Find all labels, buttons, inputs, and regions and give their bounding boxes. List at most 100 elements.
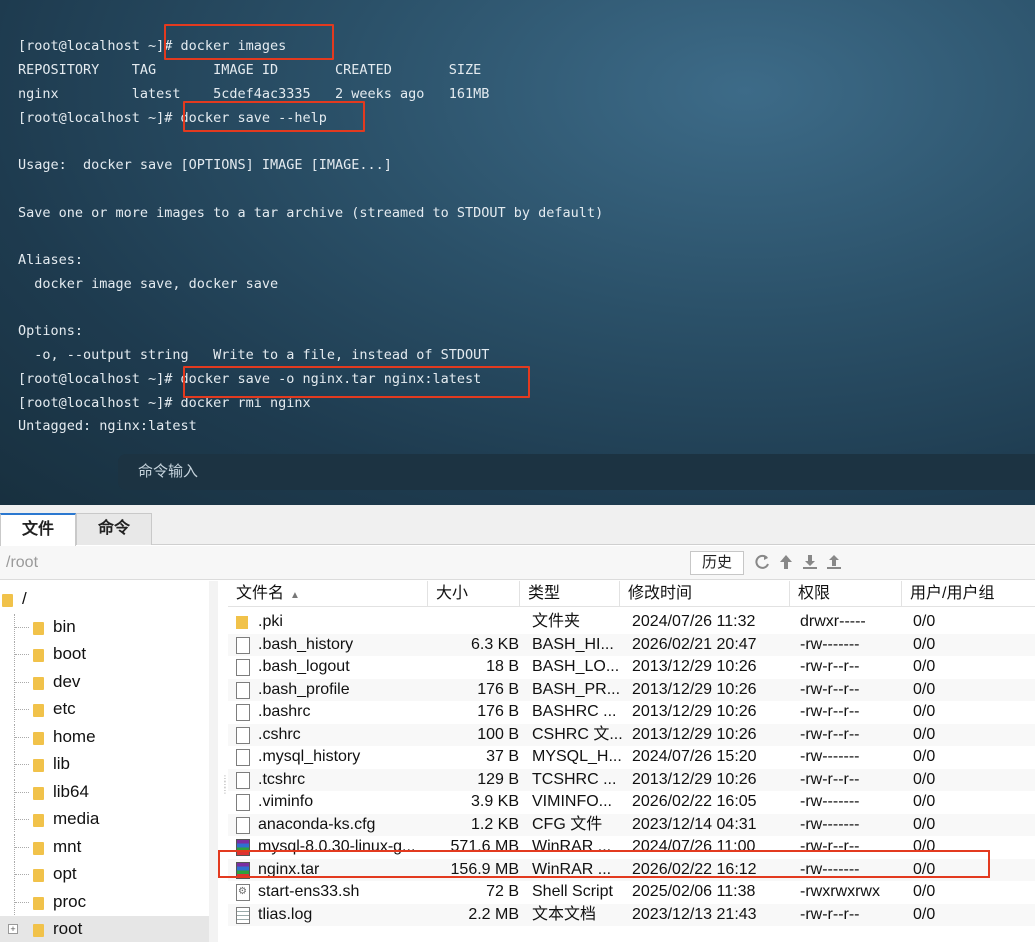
file-name: .bashrc bbox=[258, 703, 311, 720]
tree-item-label: lib64 bbox=[53, 782, 89, 801]
directory-tree: / bin boot dev etc home lib lib64 media … bbox=[0, 581, 218, 942]
history-button[interactable]: 历史 bbox=[690, 551, 744, 575]
document-icon bbox=[236, 749, 250, 766]
file-owner: 0/0 bbox=[913, 725, 936, 743]
file-row[interactable]: .bashrc 176 B BASHRC ... 2013/12/29 10:26 -r… bbox=[228, 701, 1035, 724]
tree-item-boot[interactable]: boot bbox=[0, 641, 210, 667]
path-input[interactable]: /root bbox=[6, 546, 38, 580]
file-row[interactable]: start-ens33.sh 72 B Shell Script 2025/02/06… bbox=[228, 881, 1035, 904]
file-row[interactable]: .pki 文件夹 2024/07/26 11:32 drwxr----- 0/0 bbox=[228, 611, 1035, 634]
file-modified: 2024/07/26 11:32 bbox=[632, 613, 756, 630]
file-name: .tcshrc bbox=[258, 770, 306, 788]
tree-item-label: root bbox=[53, 919, 83, 938]
tree-item-lib[interactable]: lib bbox=[0, 751, 210, 777]
file-size: 100 B bbox=[477, 725, 519, 743]
terminal-line: Options: bbox=[18, 323, 84, 339]
file-size: 37 B bbox=[486, 748, 519, 765]
file-type: CFG 文件 bbox=[532, 815, 603, 833]
file-row[interactable]: .tcshrc 129 B TCSHRC ... 2013/12/29 10:26 -r… bbox=[228, 768, 1035, 791]
upload-icon[interactable] bbox=[824, 552, 844, 572]
terminal-line: -o, --output string Write to a file, ins… bbox=[18, 347, 490, 363]
document-icon bbox=[236, 771, 250, 789]
download-icon[interactable] bbox=[800, 552, 820, 572]
tree-item-bin[interactable]: bin bbox=[0, 614, 210, 640]
file-row[interactable]: .bash_logout 18 B BASH_LO... 2013/12/29 10:… bbox=[228, 656, 1035, 679]
command-input-placeholder: 命令输入 bbox=[138, 463, 199, 480]
column-header-permissions[interactable]: 权限 bbox=[790, 581, 902, 607]
column-header-modified[interactable]: 修改时间 bbox=[620, 581, 790, 607]
file-size: 2.2 MB bbox=[468, 905, 519, 923]
file-type: BASH_LO... bbox=[532, 658, 620, 675]
folder-icon bbox=[33, 622, 44, 635]
file-row[interactable]: .mysql_history 37 B MYSQL_H... 2024/07/26 1… bbox=[228, 746, 1035, 769]
file-manager: 文件 命令 /root 历史 / bin boot dev etc home l… bbox=[0, 505, 1035, 942]
command-input[interactable]: 命令输入 bbox=[118, 454, 1035, 490]
file-list: 文件名 ▲ 大小 类型 修改时间 权限 用户/用户组 .pki 文件夹 2024/07… bbox=[228, 581, 1035, 942]
file-name: .pki bbox=[258, 613, 283, 630]
tree-item-media[interactable]: media bbox=[0, 806, 210, 832]
file-owner: 0/0 bbox=[913, 613, 936, 630]
column-header-name[interactable]: 文件名 ▲ bbox=[228, 581, 428, 607]
column-header-size[interactable]: 大小 bbox=[428, 581, 520, 607]
file-size: 176 B bbox=[477, 680, 519, 698]
file-name: anaconda-ks.cfg bbox=[258, 815, 376, 833]
file-row[interactable]: tlias.log 2.2 MB 文本文档 2023/12/13 21:43 -rw-r… bbox=[228, 903, 1035, 926]
file-owner: 0/0 bbox=[913, 770, 936, 788]
file-owner: 0/0 bbox=[913, 680, 936, 698]
folder-icon bbox=[33, 869, 44, 882]
tree-item-label: proc bbox=[53, 892, 87, 911]
tree-item-proc[interactable]: proc bbox=[0, 889, 210, 915]
tree-item-home[interactable]: home bbox=[0, 724, 210, 750]
tab-files[interactable]: 文件 bbox=[0, 513, 76, 546]
tree-item-label: / bbox=[22, 589, 27, 608]
folder-icon bbox=[33, 759, 44, 772]
file-row[interactable]: .viminfo 3.9 KB VIMINFO... 2026/02/22 16:05… bbox=[228, 791, 1035, 814]
column-header-type[interactable]: 类型 bbox=[520, 581, 620, 607]
tree-item-label: mnt bbox=[53, 837, 82, 856]
file-row[interactable]: .bash_history 6.3 KB BASH_HI... 2026/02/21 … bbox=[228, 633, 1035, 656]
file-modified: 2026/02/22 16:05 bbox=[632, 793, 757, 810]
tab-commands[interactable]: 命令 bbox=[76, 513, 152, 545]
tree-item-etc[interactable]: etc bbox=[0, 696, 210, 722]
file-row[interactable]: .bash_profile 176 B BASH_PR... 2013/12/29 1… bbox=[228, 678, 1035, 701]
file-permissions: -rw-r--r-- bbox=[800, 770, 860, 788]
document-icon bbox=[236, 636, 250, 654]
file-type: 文本文档 bbox=[532, 905, 597, 923]
file-size: 176 B bbox=[477, 703, 519, 720]
terminal-line: Usage: docker save [OPTIONS] IMAGE [IMAG… bbox=[18, 157, 392, 173]
refresh-icon[interactable] bbox=[752, 552, 772, 572]
file-size: 6.3 KB bbox=[470, 635, 519, 653]
expand-icon[interactable]: + bbox=[8, 924, 18, 934]
folder-icon bbox=[33, 649, 44, 662]
pane-splitter[interactable]: ⋮ ⋮ ⋮ bbox=[220, 581, 229, 942]
column-header-owner[interactable]: 用户/用户组 bbox=[902, 581, 1035, 607]
tree-item-label: dev bbox=[53, 672, 81, 691]
file-size: 3.9 KB bbox=[470, 793, 519, 810]
file-size: 1.2 KB bbox=[470, 815, 519, 833]
file-row[interactable]: anaconda-ks.cfg 1.2 KB CFG 文件 2023/12/14 04… bbox=[228, 813, 1035, 836]
file-permissions: -rw-r--r-- bbox=[800, 703, 860, 720]
tree-item-root-dir[interactable]: / bbox=[0, 586, 210, 612]
up-icon[interactable] bbox=[776, 552, 796, 572]
tree-item-dev[interactable]: dev bbox=[0, 669, 210, 695]
file-owner: 0/0 bbox=[913, 883, 936, 900]
file-size: 18 B bbox=[486, 658, 519, 675]
tree-item-root[interactable]: + root bbox=[0, 916, 210, 942]
tree-item-opt[interactable]: opt bbox=[0, 861, 210, 887]
file-modified: 2024/07/26 15:20 bbox=[632, 748, 757, 765]
file-owner: 0/0 bbox=[913, 635, 936, 653]
file-modified: 2025/02/06 11:38 bbox=[632, 883, 756, 900]
file-modified: 2013/12/29 10:26 bbox=[632, 725, 757, 743]
file-type: BASH_PR... bbox=[532, 680, 621, 698]
document-icon bbox=[236, 794, 250, 811]
tree-scrollbar[interactable] bbox=[209, 581, 218, 942]
file-row[interactable]: .cshrc 100 B CSHRC 文... 2013/12/29 10:26 -rw… bbox=[228, 723, 1035, 746]
folder-icon bbox=[33, 924, 44, 937]
tree-item-mnt[interactable]: mnt bbox=[0, 834, 210, 860]
terminal-line: Save one or more images to a tar archive… bbox=[18, 205, 604, 221]
file-permissions: -rw-r--r-- bbox=[800, 658, 860, 675]
tree-item-lib64[interactable]: lib64 bbox=[0, 779, 210, 805]
file-permissions: drwxr----- bbox=[800, 613, 866, 630]
file-owner: 0/0 bbox=[913, 658, 936, 675]
file-name: .cshrc bbox=[258, 725, 301, 743]
